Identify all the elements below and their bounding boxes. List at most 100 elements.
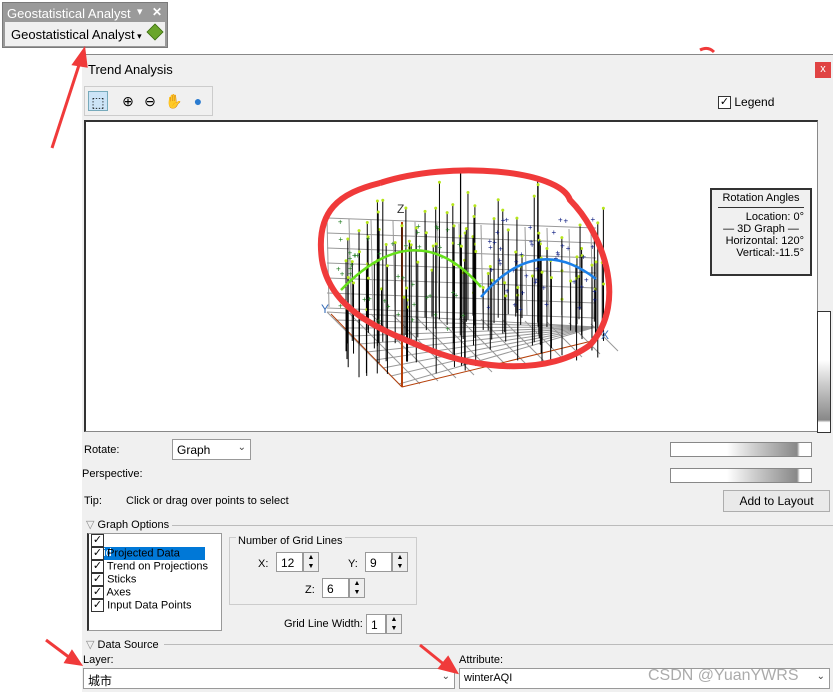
data-point	[445, 211, 449, 215]
y-grid-input[interactable]: 9	[365, 552, 392, 572]
pan-icon[interactable]: ✋	[164, 91, 184, 111]
projected-point-east: +	[535, 264, 540, 273]
data-point	[592, 231, 596, 235]
data-point	[402, 295, 406, 299]
projected-point-west: +	[386, 302, 391, 311]
projected-point-east: +	[537, 238, 542, 247]
globe-icon[interactable]: ●	[188, 91, 208, 111]
projected-point-east: +	[529, 237, 534, 246]
rotate-select[interactable]: Graph ⌄	[172, 439, 251, 460]
x-grid-input[interactable]: 12	[276, 552, 303, 572]
rotation-title: Rotation Angles	[718, 192, 804, 208]
projected-point-east: +	[558, 216, 563, 225]
data-point	[345, 306, 349, 310]
trend-analysis-dialog: Trend Analysis x ⬚ ⊕ ⊖ ✋ ● ✓ Legend + + + +…	[82, 54, 833, 692]
geostat-wizard-icon[interactable]	[146, 23, 164, 41]
location-value: 0°	[793, 211, 804, 223]
data-point	[385, 264, 389, 268]
option-checkbox[interactable]: ✓	[91, 547, 104, 560]
annotation-arrow	[45, 638, 71, 660]
toolbar-dropdown-icon[interactable]: ▾	[137, 5, 143, 18]
graph-options-header[interactable]: ▽ Graph Options	[86, 518, 169, 531]
legend-toggle[interactable]: ✓ Legend	[718, 95, 774, 110]
data-point	[375, 199, 379, 203]
trend-graph-canvas[interactable]: + + + + + + + + + + + + + + + + + + + + + + + + + + + + + + + + + + + + + + + +…	[84, 120, 831, 433]
projected-point-west: +	[410, 280, 415, 289]
data-point	[560, 236, 564, 240]
projected-point-east: +	[572, 277, 577, 286]
data-source-title: Data Source	[97, 639, 159, 651]
graph-option-item[interactable]: ✓ Trend on Projections	[89, 560, 221, 573]
option-checkbox[interactable]: ✓	[91, 560, 104, 573]
perspective-scrollbar[interactable]	[670, 468, 812, 483]
option-label: Sticks	[107, 573, 137, 586]
data-point	[545, 247, 549, 251]
data-point	[407, 239, 411, 243]
projected-point-west: +	[338, 301, 343, 310]
vertical-rotation-scrollbar[interactable]	[817, 311, 831, 433]
option-checkbox[interactable]: ✓	[91, 586, 104, 599]
y-spinner[interactable]: ▲ ▼	[392, 552, 408, 572]
projected-point-east: +	[501, 216, 506, 225]
layer-select[interactable]: 城市 ⌄	[83, 668, 455, 689]
data-point	[575, 255, 579, 259]
z-spinner[interactable]: ▲ ▼	[349, 578, 365, 598]
data-point	[409, 243, 413, 247]
graph-option-item[interactable]: ✓ Input Data Points	[89, 599, 221, 612]
data-point	[549, 276, 553, 280]
projected-point-east: +	[584, 275, 589, 284]
option-checkbox[interactable]: ✓	[91, 599, 104, 612]
horizontal-rotation-scrollbar[interactable]	[670, 442, 812, 457]
z-axis-label: Z	[397, 202, 405, 216]
graph-option-item[interactable]: ✓ Grid	[89, 534, 221, 561]
data-point	[540, 270, 544, 274]
projected-point-west: +	[436, 224, 441, 233]
projected-point-west: +	[348, 269, 353, 278]
projected-point-west: +	[353, 251, 358, 260]
grid-line-width-spinner[interactable]: ▲ ▼	[386, 614, 402, 634]
graph-options-list[interactable]: ✓ Grid✓ Projected Data✓ Trend on Project…	[87, 533, 222, 631]
zoom-out-icon[interactable]: ⊖	[140, 91, 160, 111]
divider	[164, 644, 833, 645]
grid-line-width-label: Grid Line Width:	[284, 618, 363, 630]
add-to-layout-button[interactable]: Add to Layout	[723, 490, 830, 512]
grid-line-width-input[interactable]: 1	[366, 614, 386, 634]
projected-point-east: +	[533, 278, 538, 287]
projected-point-east: +	[495, 228, 500, 237]
option-checkbox[interactable]: ✓	[91, 573, 104, 586]
zoom-in-icon[interactable]: ⊕	[118, 91, 138, 111]
projected-point-west: +	[410, 316, 415, 325]
data-source-header[interactable]: ▽ Data Source	[86, 638, 159, 651]
graph-option-item[interactable]: ✓ Axes	[89, 586, 221, 599]
projected-point-west: +	[340, 270, 345, 279]
data-point	[365, 220, 369, 224]
data-point	[452, 224, 456, 228]
z-grid-input[interactable]: 6	[322, 578, 349, 598]
close-button[interactable]: x	[815, 62, 831, 78]
projected-point-east: +	[592, 295, 597, 304]
projected-point-west: +	[338, 235, 343, 244]
data-point	[590, 263, 594, 267]
option-checkbox[interactable]: ✓	[91, 534, 104, 547]
x-axis	[401, 339, 597, 388]
data-point	[515, 216, 519, 220]
geostatistical-analyst-menu[interactable]: Geostatistical Analyst ▾	[5, 22, 165, 46]
legend-checkbox[interactable]: ✓	[718, 96, 731, 110]
graph-option-item[interactable]: ✓ Sticks	[89, 573, 221, 586]
projected-point-east: +	[590, 242, 595, 251]
select-icon[interactable]: ⬚	[88, 91, 108, 111]
projected-point-west: +	[391, 240, 396, 249]
projected-point-west: +	[396, 310, 401, 319]
graph-options-title: Graph Options	[97, 519, 170, 531]
projected-point-east: +	[528, 223, 533, 232]
data-point	[501, 208, 505, 212]
3d-trend-plot[interactable]: + + + + + + + + + + + + + + + + + + + + + + + + + + + + + + + + + + + + + + + +…	[86, 122, 816, 430]
chevron-down-icon: ⌄	[237, 442, 246, 453]
projected-point-west: +	[366, 234, 371, 243]
perspective-label: Perspective:	[82, 468, 143, 480]
toolbar-close-icon[interactable]: ✕	[152, 5, 162, 19]
data-point	[496, 198, 500, 202]
x-spinner[interactable]: ▲ ▼	[303, 552, 319, 572]
data-point	[537, 231, 541, 235]
horizontal-value: 120°	[781, 235, 804, 247]
